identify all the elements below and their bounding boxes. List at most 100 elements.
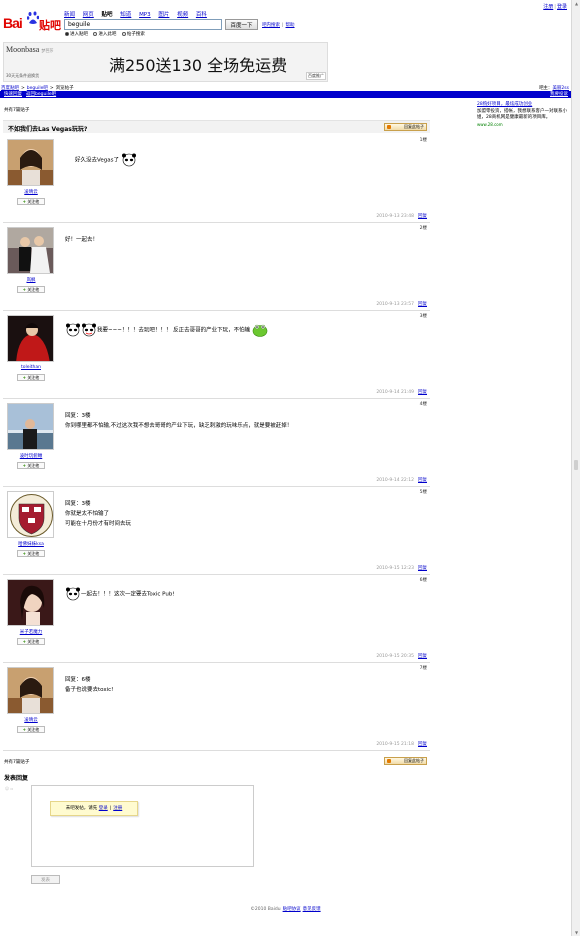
- follow-button[interactable]: + 关注他: [17, 550, 45, 557]
- reply-thread-button[interactable]: 回复此帖子: [384, 123, 427, 131]
- post-content: 我要~~~！！！去玩吧！！！ 反正去哥哥的产业下玩，不怕输: [65, 323, 415, 337]
- panda-emoticon-icon: [66, 323, 80, 337]
- nav-news[interactable]: 新闻: [64, 12, 75, 18]
- avatar[interactable]: [7, 667, 54, 714]
- submit-reply-button[interactable]: 发表: [31, 875, 60, 884]
- quick-reply-link[interactable]: 快速回复: [4, 92, 22, 97]
- scroll-up-icon[interactable]: ▲: [574, 1, 579, 6]
- post-meta: 2010-9-15 21:18 回复: [376, 742, 427, 747]
- banner-ad[interactable]: Moonbasa 梦芭莎 满250送130 全场免运费 30天无条件退换货 百度…: [3, 42, 328, 82]
- banner-promo-text: 满250送130 全场免运费: [109, 56, 288, 75]
- reply-thread-button-bottom[interactable]: 回复此帖子: [384, 757, 427, 765]
- reply-link[interactable]: 回复: [418, 654, 427, 659]
- baidu-tieba-logo[interactable]: Bai 贴吧: [3, 11, 61, 33]
- avatar[interactable]: [7, 315, 54, 362]
- nav-web[interactable]: 网页: [83, 12, 94, 18]
- footer-feedback-link[interactable]: 意见反馈: [303, 907, 321, 912]
- post-floor-3: toleithan + 关注他 3楼 我要~~~！！！去玩吧！！！ 反正去哥哥的…: [3, 311, 430, 399]
- reply-editor[interactable]: 未吧发帖，请先 登录 | 注册: [31, 785, 254, 867]
- nav-mp3[interactable]: MP3: [139, 12, 151, 18]
- ad-tag[interactable]: 百度推广: [306, 72, 326, 80]
- post-meta: 2010-9-15 20:35 回复: [376, 654, 427, 659]
- in-bar-search-link[interactable]: 吧内搜索: [262, 23, 280, 28]
- login-link[interactable]: 登录: [557, 4, 567, 10]
- nav-baike[interactable]: 百科: [196, 12, 207, 18]
- post-floor-5: 哈佛妹妹ksa + 关注他 5楼 回复：3楼 你就是太不怕输了 可能在十月份才有…: [3, 487, 430, 575]
- scroll-thumb[interactable]: [574, 460, 578, 470]
- search-button[interactable]: 百度一下: [225, 19, 258, 30]
- post-content: 一起去！！！这次一定要去Toxic Pub!: [65, 587, 415, 601]
- logo-text-bai: Bai: [3, 15, 23, 31]
- radio-enter-tieba[interactable]: 进入贴吧: [65, 31, 88, 37]
- banner-brand: Moonbasa 梦芭莎: [6, 45, 54, 54]
- emoticon-toolbar-icon[interactable]: ☺: [5, 786, 9, 791]
- follow-button[interactable]: + 关注他: [17, 198, 45, 205]
- banner-caption: 30天无条件退换货: [6, 73, 40, 78]
- nav-images[interactable]: 图片: [158, 12, 169, 18]
- post-username[interactable]: 凌晴云: [3, 189, 59, 195]
- post-content: 回复：3楼 你到哪里都不怕输,不过这次我不想去哥哥的产业下玩，缺乏刺激的玩味乐点…: [65, 413, 293, 429]
- post-username[interactable]: 凌晴云: [3, 717, 59, 723]
- post-floor-2: 岚枫 + 关注他 2楼 好！一起去！ 2010-9-13 23:57 回复: [3, 223, 430, 311]
- avatar[interactable]: [7, 403, 54, 450]
- radio-post-search[interactable]: 帖子搜索: [121, 31, 145, 37]
- vertical-scrollbar[interactable]: ▲ ▼: [571, 0, 580, 936]
- post-username[interactable]: 哈佛妹妹ksa: [3, 541, 59, 547]
- post-floor-1: 凌晴云 + 关注他 1楼 好久没去Vegas了 2010-9-13 23:48 回…: [3, 135, 430, 223]
- radio-dot: [93, 31, 98, 36]
- reply-link[interactable]: 回复: [418, 566, 427, 571]
- avatar[interactable]: [7, 579, 54, 626]
- post-meta: 2010-9-13 23:48 回复: [376, 214, 427, 219]
- reply-link[interactable]: 回复: [418, 302, 427, 307]
- footer-terms-link[interactable]: 贴吧协议: [283, 907, 301, 912]
- search-input[interactable]: [64, 19, 222, 30]
- floor-number: 4楼: [419, 402, 427, 407]
- avatar[interactable]: [7, 491, 54, 538]
- editor-toolbar: ☺ ▫: [5, 786, 13, 791]
- help-link[interactable]: 帮助: [286, 23, 295, 28]
- tip-login-link[interactable]: 登录: [99, 806, 108, 811]
- reply-link[interactable]: 回复: [418, 742, 427, 747]
- sidebar-ad-text: 加盟零投资，搭帐，我想联系客户一对联系小姐，28商机网是健康最新的项目库。: [477, 108, 567, 121]
- nav-zhidao[interactable]: 知道: [120, 12, 131, 18]
- nav-video[interactable]: 视频: [177, 12, 188, 18]
- follow-button[interactable]: + 关注他: [17, 286, 45, 293]
- panda-emoticon-icon: [66, 587, 80, 601]
- scroll-down-icon[interactable]: ▼: [574, 930, 579, 935]
- follow-button[interactable]: + 关注他: [17, 726, 45, 733]
- panda-emoticon-icon: [82, 323, 96, 337]
- logo-text-tieba: 贴吧: [39, 20, 61, 32]
- green-frog-emoticon-icon: [252, 324, 268, 337]
- follow-button[interactable]: + 关注他: [17, 638, 45, 645]
- post-meta: 2010-9-14 22:12 回复: [376, 478, 427, 483]
- tip-register-link[interactable]: 注册: [113, 806, 122, 811]
- follow-button[interactable]: + 关注他: [17, 374, 45, 381]
- reply-link[interactable]: 回复: [418, 390, 427, 395]
- image-toolbar-icon[interactable]: ▫: [10, 786, 13, 791]
- post-floor-7: 凌晴云 + 关注他 7楼 回复：6楼 备子也说要去toxic! 2010-9-1…: [3, 663, 430, 751]
- post-username[interactable]: 岚枫: [3, 277, 59, 283]
- complaint-link[interactable]: 我要投诉: [550, 91, 568, 98]
- post-meta: 2010-9-14 21:49 回复: [376, 390, 427, 395]
- post-username[interactable]: toleithan: [3, 365, 59, 370]
- post-content: 好！一起去！: [65, 237, 99, 243]
- back-to-bar-link[interactable]: 返回beguile吧: [26, 92, 56, 97]
- post-floor-4: 凌时玩俯瞰 + 关注他 4楼 回复：3楼 你到哪里都不怕输,不过这次我不想去哥哥…: [3, 399, 430, 487]
- blue-action-bar: 快速回复 返回beguile吧 我要投诉: [0, 91, 571, 98]
- avatar[interactable]: [7, 227, 54, 274]
- reply-link[interactable]: 回复: [418, 214, 427, 219]
- post-username[interactable]: 米子若魔力: [3, 629, 59, 635]
- sidebar-ad[interactable]: 28购好项目，最炫成功创业 加盟零投资，搭帐，我想联系客户一对联系小姐，28商机…: [477, 102, 569, 128]
- page: 注册|登录 Bai 贴吧 新闻 网页 贴吧 知道 MP3 图片 视频 百科 百度…: [0, 0, 571, 936]
- follow-button[interactable]: + 关注他: [17, 462, 45, 469]
- post-username[interactable]: 凌时玩俯瞰: [3, 453, 59, 459]
- post-content: 回复：6楼 备子也说要去toxic!: [65, 677, 114, 693]
- radio-enter-this-bar[interactable]: 进入此吧: [93, 31, 116, 37]
- search-mode-radios: 进入贴吧 进入此吧 帖子搜索: [65, 31, 149, 37]
- panda-emoticon-icon: [121, 153, 136, 167]
- reply-link[interactable]: 回复: [418, 478, 427, 483]
- floor-number: 6楼: [419, 578, 427, 583]
- sidebar-ad-url: www.28.com: [477, 121, 503, 127]
- avatar[interactable]: [7, 139, 54, 186]
- register-link[interactable]: 注册: [543, 4, 553, 10]
